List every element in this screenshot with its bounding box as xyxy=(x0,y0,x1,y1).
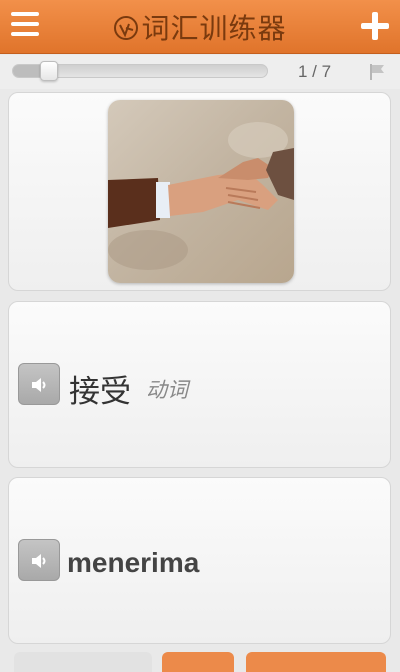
word-card[interactable]: 接受 动词 xyxy=(8,301,391,468)
title-bar: 词汇训练器 xyxy=(0,7,400,47)
bottom-button-left[interactable] xyxy=(14,652,152,672)
app-title: 词汇训练器 xyxy=(141,12,287,45)
part-of-speech: 动词 xyxy=(146,378,188,402)
bottom-button-middle[interactable] xyxy=(162,652,234,672)
plus-icon[interactable] xyxy=(361,12,389,40)
speaker-icon[interactable] xyxy=(18,363,60,405)
logo-icon xyxy=(114,16,139,40)
progress-slider[interactable] xyxy=(12,61,268,81)
flag-icon[interactable] xyxy=(368,63,386,81)
translation-card[interactable]: menerima xyxy=(8,477,391,644)
image-card[interactable] xyxy=(8,92,391,291)
speaker-icon[interactable] xyxy=(18,539,60,581)
progress-thumb[interactable] xyxy=(40,61,58,81)
handshake-photo xyxy=(108,100,294,283)
app-header: 词汇训练器 xyxy=(0,0,400,54)
bottom-button-row xyxy=(0,652,400,672)
translation-text: menerima xyxy=(67,547,200,578)
progress-row: 1 / 7 xyxy=(0,55,400,89)
bottom-button-right[interactable] xyxy=(246,652,386,672)
progress-counter: 1 / 7 xyxy=(298,62,332,81)
word-text: 接受 xyxy=(69,374,131,410)
